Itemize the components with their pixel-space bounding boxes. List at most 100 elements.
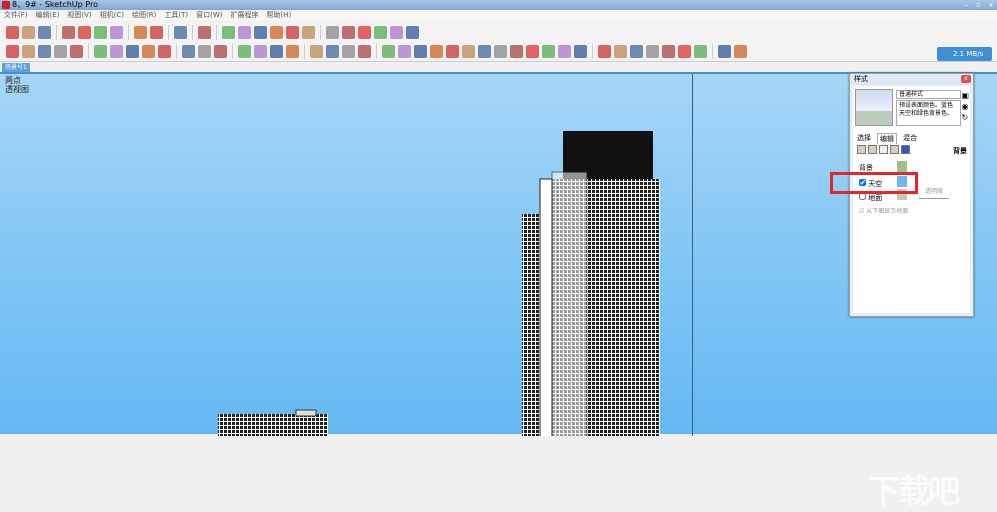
watermark-settings-icon[interactable] bbox=[890, 145, 899, 154]
network-speed-badge[interactable]: 2.1 MB/s bbox=[937, 47, 992, 61]
arc-icon[interactable] bbox=[54, 45, 67, 58]
su-app-icon[interactable] bbox=[734, 45, 747, 58]
erase-icon[interactable] bbox=[110, 25, 123, 39]
window-icon[interactable] bbox=[478, 45, 491, 58]
eraser-icon[interactable] bbox=[22, 45, 35, 58]
door-icon[interactable] bbox=[494, 45, 507, 58]
style-icon[interactable] bbox=[358, 45, 371, 58]
new-icon[interactable] bbox=[6, 25, 19, 39]
pan-icon[interactable] bbox=[254, 45, 267, 58]
plugin5-icon[interactable] bbox=[662, 45, 675, 58]
beam-icon[interactable] bbox=[542, 45, 555, 58]
wall-icon[interactable] bbox=[446, 45, 459, 58]
section-icon[interactable] bbox=[382, 45, 395, 58]
tape-icon[interactable] bbox=[182, 45, 195, 58]
xray-icon[interactable] bbox=[326, 25, 339, 39]
orbit-icon[interactable] bbox=[238, 45, 251, 58]
background-color-swatch[interactable] bbox=[897, 161, 907, 172]
left-view-icon[interactable] bbox=[302, 25, 315, 39]
modeling-settings-icon[interactable] bbox=[901, 145, 910, 154]
3d-icon[interactable] bbox=[718, 45, 731, 58]
style-name-field[interactable]: 普通样式 bbox=[896, 90, 961, 99]
grid-icon[interactable] bbox=[414, 45, 427, 58]
model-info-icon[interactable] bbox=[198, 25, 211, 39]
push-pull-icon[interactable] bbox=[94, 45, 107, 58]
panel-side-icons[interactable]: ▣ ◉ ↻ bbox=[961, 90, 969, 123]
follow-me-icon[interactable] bbox=[110, 45, 123, 58]
right-view-icon[interactable] bbox=[270, 25, 283, 39]
monochrome-icon[interactable] bbox=[406, 25, 419, 39]
scale-icon[interactable] bbox=[158, 45, 171, 58]
paste-icon[interactable] bbox=[94, 25, 107, 39]
back-view-icon[interactable] bbox=[286, 25, 299, 39]
transparency-slider[interactable] bbox=[919, 198, 949, 199]
background-settings-icon[interactable] bbox=[879, 145, 888, 154]
fence-icon[interactable] bbox=[510, 45, 523, 58]
floor-icon[interactable] bbox=[558, 45, 571, 58]
plugin1-icon[interactable] bbox=[598, 45, 611, 58]
scene-tab[interactable]: 场景号1 bbox=[2, 63, 30, 72]
wireframe-icon[interactable] bbox=[342, 25, 355, 39]
toolbar-separator bbox=[216, 24, 217, 40]
section-fill-icon[interactable] bbox=[398, 45, 411, 58]
pencil-icon[interactable] bbox=[38, 45, 51, 58]
menu-item[interactable]: 窗口(W) bbox=[196, 10, 222, 21]
menu-item[interactable]: 扩展程序 bbox=[230, 10, 258, 21]
material-icon[interactable] bbox=[342, 45, 355, 58]
cut-icon[interactable] bbox=[62, 25, 75, 39]
plugin3-icon[interactable] bbox=[630, 45, 643, 58]
text-icon[interactable] bbox=[198, 45, 211, 58]
face-settings-icon[interactable] bbox=[868, 145, 877, 154]
tab-mix[interactable]: 混合 bbox=[903, 133, 917, 144]
menu-item[interactable]: 帮助(H) bbox=[266, 10, 291, 21]
plugin7-icon[interactable] bbox=[694, 45, 707, 58]
front-view-icon[interactable] bbox=[254, 25, 267, 39]
style-description-field[interactable]: 预设表面颜色。蓝色天空和绿色背景色。 bbox=[896, 100, 961, 126]
roof-icon[interactable] bbox=[462, 45, 475, 58]
textured-icon[interactable] bbox=[390, 25, 403, 39]
plugin2-icon[interactable] bbox=[614, 45, 627, 58]
move-icon[interactable] bbox=[126, 45, 139, 58]
undo-icon[interactable] bbox=[134, 25, 147, 39]
tab-edit[interactable]: 编辑 bbox=[877, 133, 897, 144]
viewport[interactable]: 两点 透视图 下载吧 bbox=[0, 72, 997, 510]
rectangle-icon[interactable] bbox=[70, 45, 83, 58]
panel-close-button[interactable]: x bbox=[961, 75, 971, 83]
edge-settings-icon[interactable] bbox=[857, 145, 866, 154]
copy-icon[interactable] bbox=[78, 25, 91, 39]
toolbar-separator bbox=[128, 24, 129, 40]
save-icon[interactable] bbox=[38, 25, 51, 39]
toolbar-separator bbox=[168, 24, 169, 40]
plugin4-icon[interactable] bbox=[646, 45, 659, 58]
menu-item[interactable]: 视图(V) bbox=[67, 10, 91, 21]
top-view-icon[interactable] bbox=[238, 25, 251, 39]
layer-icon[interactable] bbox=[310, 45, 323, 58]
plugin6-icon[interactable] bbox=[678, 45, 691, 58]
menu-item[interactable]: 工具(T) bbox=[164, 10, 188, 21]
hidden-line-icon[interactable] bbox=[358, 25, 371, 39]
menu-item[interactable]: 文件(F) bbox=[4, 10, 28, 21]
shaded-icon[interactable] bbox=[374, 25, 387, 39]
iso-view-icon[interactable] bbox=[222, 25, 235, 39]
maximize-button[interactable]: ▫ bbox=[976, 0, 981, 10]
column-icon[interactable] bbox=[526, 45, 539, 58]
zoom-extents-icon[interactable] bbox=[286, 45, 299, 58]
close-button[interactable]: x bbox=[989, 0, 993, 10]
component-icon[interactable] bbox=[326, 45, 339, 58]
zoom-icon[interactable] bbox=[270, 45, 283, 58]
redo-icon[interactable] bbox=[150, 25, 163, 39]
tab-select[interactable]: 选择 bbox=[857, 133, 871, 144]
minimize-button[interactable]: – bbox=[965, 0, 969, 10]
stair-icon[interactable] bbox=[430, 45, 443, 58]
paint-icon[interactable] bbox=[214, 45, 227, 58]
open-icon[interactable] bbox=[22, 25, 35, 39]
select-icon[interactable] bbox=[6, 45, 19, 58]
menu-item[interactable]: 编辑(E) bbox=[36, 10, 60, 21]
print-icon[interactable] bbox=[174, 25, 187, 39]
title-bar: 8、9# - SketchUp Pro – ▫ x bbox=[0, 0, 997, 10]
menu-item[interactable]: 相机(C) bbox=[100, 10, 124, 21]
rotate-icon[interactable] bbox=[142, 45, 155, 58]
ground-checkbox[interactable] bbox=[859, 193, 866, 200]
railing-icon[interactable] bbox=[574, 45, 587, 58]
menu-item[interactable]: 绘图(R) bbox=[132, 10, 156, 21]
